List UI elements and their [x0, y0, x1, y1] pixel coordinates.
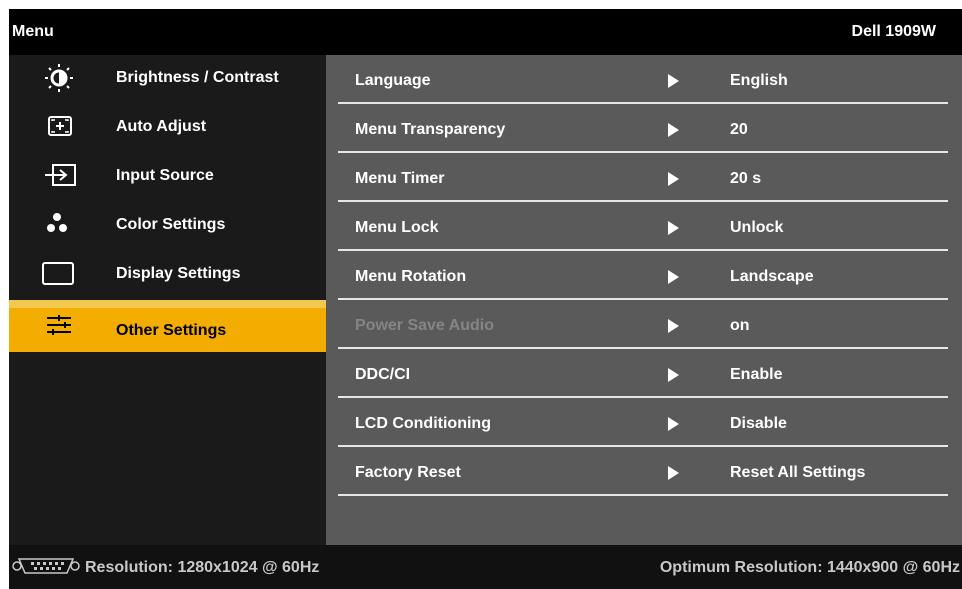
sidebar-item-input-source[interactable]: Input Source [9, 153, 326, 200]
auto-adjust-icon [48, 116, 72, 136]
setting-value: English [730, 72, 788, 89]
setting-value: Unlock [730, 219, 784, 236]
setting-row-language[interactable]: Language English [338, 55, 948, 104]
arrow-right-icon [668, 74, 679, 88]
sidebar-item-brightness-contrast[interactable]: Brightness / Contrast [9, 55, 326, 102]
arrow-right-icon [668, 221, 679, 235]
setting-row-power-save-audio: Power Save Audio on [338, 300, 948, 349]
sidebar-item-auto-adjust[interactable]: Auto Adjust [9, 104, 326, 151]
status-bar: Resolution: 1280x1024 @ 60Hz Optimum Res… [9, 545, 962, 589]
setting-row-factory-reset[interactable]: Factory Reset Reset All Settings [338, 447, 948, 496]
sidebar: Brightness / Contrast Auto Adjust Input … [9, 55, 326, 545]
sidebar-item-label: Brightness / Contrast [116, 69, 279, 86]
input-source-icon [45, 164, 76, 186]
setting-row-menu-lock[interactable]: Menu Lock Unlock [338, 202, 948, 251]
setting-row-menu-transparency[interactable]: Menu Transparency 20 [338, 104, 948, 153]
setting-value: 20 s [730, 170, 762, 187]
setting-name: Language [355, 72, 431, 89]
current-resolution: Resolution: 1280x1024 @ 60Hz [85, 559, 320, 576]
setting-value: Disable [730, 415, 787, 432]
arrow-right-icon [668, 466, 679, 480]
color-settings-icon [47, 213, 67, 232]
setting-value: on [730, 317, 750, 334]
vga-connector-icon [12, 558, 80, 574]
setting-value: Enable [730, 366, 783, 383]
setting-value: Reset All Settings [730, 464, 866, 481]
setting-name: DDC/CI [355, 366, 411, 383]
setting-value: Landscape [730, 268, 814, 285]
setting-row-ddc-ci[interactable]: DDC/CI Enable [338, 349, 948, 398]
setting-value: 20 [730, 121, 748, 138]
arrow-right-icon [668, 319, 679, 333]
sidebar-item-label: Display Settings [116, 265, 241, 282]
setting-name: LCD Conditioning [355, 415, 491, 432]
setting-name: Menu Lock [355, 219, 439, 236]
menu-title: Menu [12, 23, 54, 40]
arrow-right-icon [668, 270, 679, 284]
setting-row-menu-timer[interactable]: Menu Timer 20 s [338, 153, 948, 202]
display-settings-icon [42, 262, 74, 285]
sidebar-item-label: Input Source [116, 167, 214, 184]
osd-menu: Menu Dell 1909W Brightness / Contrast Au… [9, 9, 962, 589]
settings-panel: Language English Menu Transparency 20 Me… [326, 55, 962, 545]
setting-name: Factory Reset [355, 464, 461, 481]
sidebar-item-label: Auto Adjust [116, 118, 207, 135]
setting-name: Menu Transparency [355, 121, 506, 138]
optimum-resolution: Optimum Resolution: 1440x900 @ 60Hz [659, 559, 960, 576]
sidebar-item-other-settings[interactable]: Other Settings [9, 300, 326, 352]
arrow-right-icon [668, 368, 679, 382]
other-settings-icon [47, 315, 71, 335]
setting-name: Menu Timer [355, 170, 445, 187]
setting-row-menu-rotation[interactable]: Menu Rotation Landscape [338, 251, 948, 300]
setting-name: Menu Rotation [355, 268, 467, 285]
setting-name: Power Save Audio [355, 317, 494, 334]
sidebar-item-color-settings[interactable]: Color Settings [9, 202, 326, 249]
setting-row-lcd-conditioning[interactable]: LCD Conditioning Disable [338, 398, 948, 447]
arrow-right-icon [668, 123, 679, 137]
sidebar-item-label: Color Settings [116, 216, 226, 233]
arrow-right-icon [668, 172, 679, 186]
sidebar-item-display-settings[interactable]: Display Settings [9, 251, 326, 298]
brightness-icon [45, 64, 73, 92]
monitor-model: Dell 1909W [851, 23, 936, 40]
sidebar-item-label: Other Settings [116, 322, 227, 339]
arrow-right-icon [668, 417, 679, 431]
menu-header: Menu Dell 1909W [9, 9, 962, 55]
